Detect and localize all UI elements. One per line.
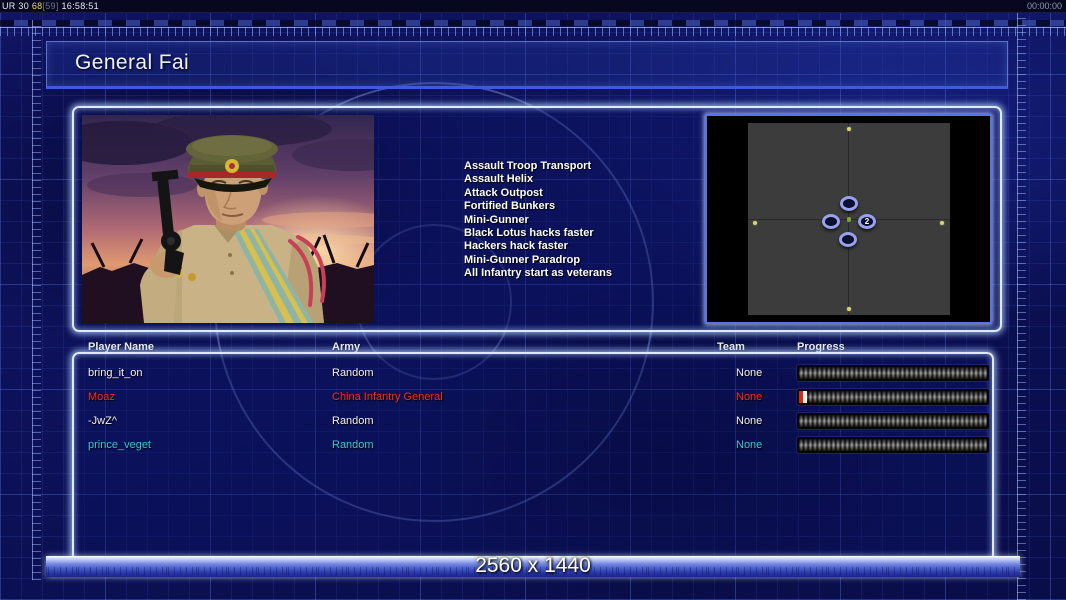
player-name: bring_it_on <box>88 367 143 379</box>
status-app: UR 30 <box>2 1 30 11</box>
resolution-label: 2560 x 1440 <box>475 554 591 577</box>
start-position-ring <box>840 196 858 211</box>
player-name: -JwZ^ <box>88 415 117 427</box>
status-clock: 16:58:51 <box>61 1 99 11</box>
player-team: None <box>736 439 763 451</box>
ability-item: All Infantry start as veterans <box>464 267 612 280</box>
minimap-terrain: 2 <box>748 123 950 315</box>
player-team: None <box>736 415 763 427</box>
status-bar: UR 30 68[59] 16:58:51 00:00:00 <box>0 0 1066 13</box>
abilities-list: Assault Troop Transport Assault Helix At… <box>464 160 612 281</box>
player-team: None <box>736 367 763 379</box>
ruler-dashes-top <box>0 20 1066 26</box>
player-row: -JwZ^ Random None <box>72 410 990 434</box>
minimap-center-marker <box>847 217 851 222</box>
progress-shade <box>799 391 987 403</box>
player-army: Random <box>332 439 374 451</box>
progress-shade <box>799 439 987 451</box>
progress-bar <box>797 437 989 453</box>
ability-item: Mini-Gunner Paradrop <box>464 253 581 266</box>
progress-shade <box>799 367 987 379</box>
minimap-marker <box>753 221 757 225</box>
status-left: UR 30 68[59] 16:58:51 <box>2 0 99 12</box>
ruler-left <box>32 20 41 580</box>
ability-item: Hackers hack faster <box>464 240 568 253</box>
player-name: Moaz <box>88 391 115 403</box>
ability-item: Black Lotus hacks faster <box>464 227 594 240</box>
progress-bar <box>797 389 989 405</box>
game-timer: 00:00:00 <box>1026 1 1062 11</box>
minimap-marker <box>847 127 851 131</box>
player-name: prince_veget <box>88 439 151 451</box>
player-team: None <box>736 391 763 403</box>
ability-item: Assault Helix <box>464 173 534 186</box>
ability-item: Mini-Gunner <box>464 213 529 226</box>
progress-start <box>799 391 807 403</box>
start-position-ring-2: 2 <box>858 214 876 229</box>
ruler-right <box>1017 12 1026 600</box>
page-title: General Fai <box>75 51 190 74</box>
header-panel: General Fai <box>46 41 1008 89</box>
progress-shade <box>799 415 987 427</box>
start-position-number: 2 <box>864 217 870 226</box>
general-portrait <box>82 115 374 323</box>
bottom-band: 2560 x 1440 <box>46 554 1020 577</box>
loading-screen: UR 30 68[59] 16:58:51 00:00:00 General F… <box>0 0 1066 600</box>
start-position-ring <box>822 214 840 229</box>
player-row: Moaz China Infantry General None <box>72 386 990 410</box>
ability-item: Assault Troop Transport <box>464 160 592 172</box>
player-army: Random <box>332 367 374 379</box>
player-army: Random <box>332 415 374 427</box>
minimap-marker <box>847 307 851 311</box>
start-position-ring <box>839 232 857 247</box>
ability-item: Attack Outpost <box>464 186 543 199</box>
progress-bar <box>797 365 989 381</box>
general-panel: Assault Troop Transport Assault Helix At… <box>72 106 1002 332</box>
ability-item: Fortified Bunkers <box>464 200 556 213</box>
status-fps: 68 <box>31 1 43 11</box>
general-portrait-illustration <box>82 115 374 323</box>
minimap-marker <box>940 221 944 225</box>
status-fps-alt: [59] <box>42 1 59 11</box>
progress-bar <box>797 413 989 429</box>
player-row: prince_veget Random None <box>72 434 990 458</box>
minimap: 2 <box>705 114 992 324</box>
ruler-top <box>0 27 1066 36</box>
player-army: China Infantry General <box>332 391 443 403</box>
player-row: bring_it_on Random None <box>72 362 990 386</box>
